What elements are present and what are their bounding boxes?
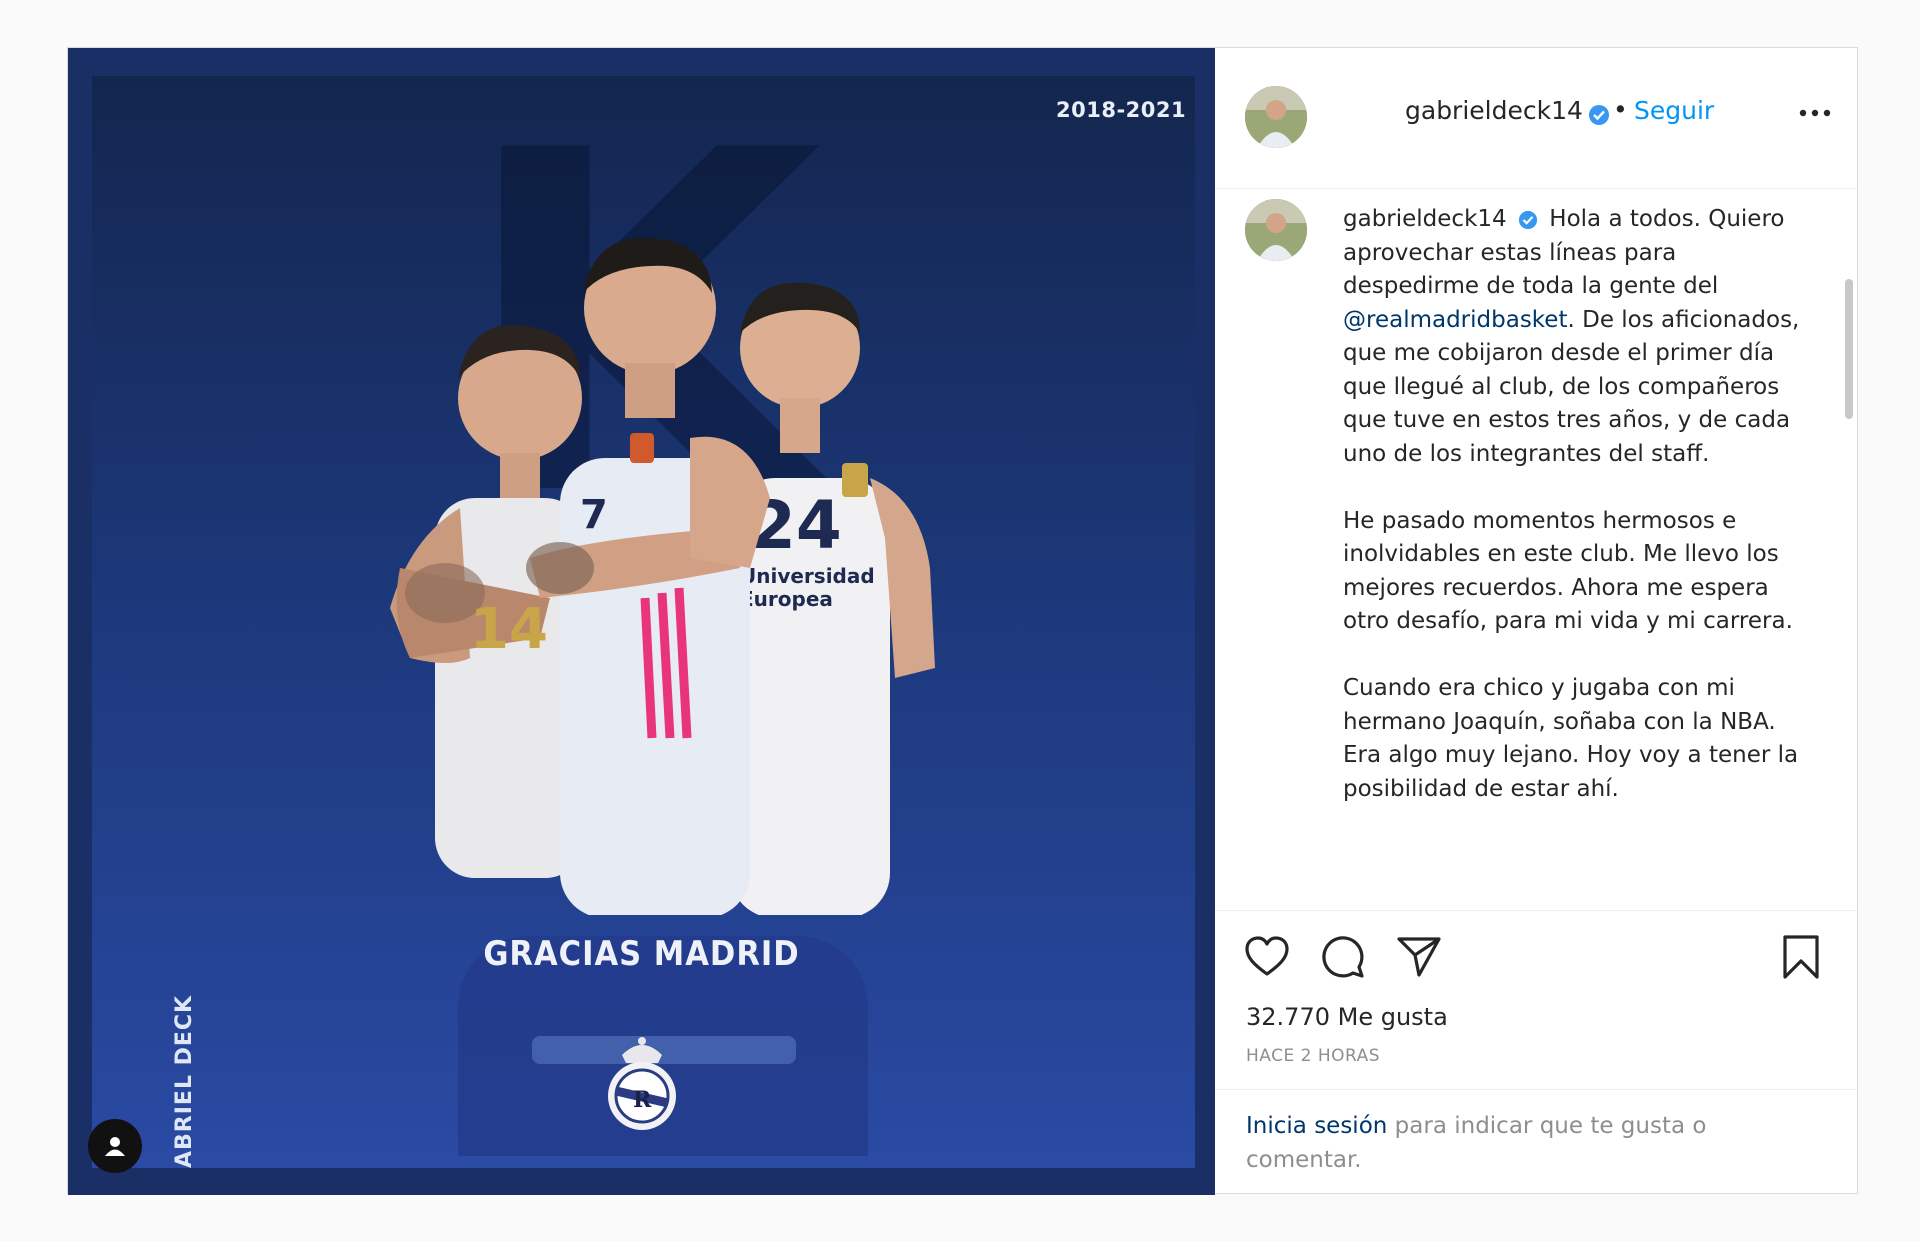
caption-username[interactable]: gabrieldeck14 xyxy=(1343,206,1507,232)
login-prompt: Inicia sesión para indicar que te gusta … xyxy=(1215,1089,1857,1197)
players-photo: 14 24 Universidad Europea 7 xyxy=(390,238,935,915)
mention-link[interactable]: @realmadridbasket xyxy=(1343,307,1567,333)
caption-paragraph-2: He pasado momentos hermosos e inolvidabl… xyxy=(1343,507,1793,635)
sponsor-line-2: Europea xyxy=(740,587,833,611)
post-side-panel: gabrieldeck14 • Seguir gabrieldeck14 Hol… xyxy=(1215,48,1857,1193)
verified-icon xyxy=(1518,210,1538,229)
caption-area[interactable]: gabrieldeck14 Hola a todos. Quiero aprov… xyxy=(1215,189,1857,909)
caption-paragraph-3: Cuando era chico y jugaba con mi hermano… xyxy=(1343,675,1799,802)
caption-avatar-photo xyxy=(1245,199,1307,261)
login-link[interactable]: Inicia sesión xyxy=(1246,1113,1387,1139)
user-tag-button[interactable] xyxy=(88,1119,142,1173)
header-username[interactable]: gabrieldeck14 xyxy=(1405,96,1583,125)
follow-button[interactable]: Seguir xyxy=(1634,96,1714,125)
avatar-photo xyxy=(1245,86,1307,148)
caption-avatar[interactable] xyxy=(1245,199,1307,261)
years-label: 2018-2021 xyxy=(1056,98,1187,122)
svg-text:R: R xyxy=(633,1087,652,1113)
user-tag-icon xyxy=(105,1137,125,1156)
post-header: gabrieldeck14 • Seguir xyxy=(1215,48,1857,189)
player-right: 24 Universidad Europea xyxy=(730,282,935,915)
heart-icon[interactable] xyxy=(1243,933,1291,981)
caption-scrollbar[interactable] xyxy=(1845,279,1853,419)
separator-dot: • xyxy=(1613,95,1628,124)
player-left: 14 xyxy=(390,325,585,878)
sponsor-line-1: Universidad xyxy=(740,564,875,588)
post-image[interactable]: K 2018-2021 14 xyxy=(68,48,1215,1195)
avatar[interactable] xyxy=(1245,86,1307,148)
header-user: gabrieldeck14 xyxy=(1405,96,1610,126)
jersey-number-14: 14 xyxy=(470,597,548,662)
bookmark-icon[interactable] xyxy=(1777,933,1825,981)
post-time: HACE 2 HORAS xyxy=(1246,1046,1381,1066)
jersey-number-7: 7 xyxy=(580,492,608,538)
login-text: Inicia sesión para indicar que te gusta … xyxy=(1246,1110,1806,1177)
actions-section: 32.770 Me gusta HACE 2 HORAS Inicia sesi… xyxy=(1215,910,1857,1196)
more-options-icon[interactable] xyxy=(1795,103,1835,123)
share-icon[interactable] xyxy=(1395,933,1443,981)
real-madrid-crest-icon: R xyxy=(608,1037,676,1130)
headline: GRACIAS MADRID xyxy=(483,934,800,974)
likes-count[interactable]: 32.770 Me gusta xyxy=(1246,1003,1448,1031)
caption-paragraph-1: gabrieldeck14 Hola a todos. Quiero aprov… xyxy=(1343,203,1813,471)
caption-text: gabrieldeck14 Hola a todos. Quiero aprov… xyxy=(1343,203,1813,840)
vertical-name: ABRIEL DECK xyxy=(172,994,197,1168)
verified-icon xyxy=(1589,104,1609,125)
comment-icon[interactable] xyxy=(1319,933,1367,981)
instagram-post: K 2018-2021 14 xyxy=(67,47,1858,1195)
